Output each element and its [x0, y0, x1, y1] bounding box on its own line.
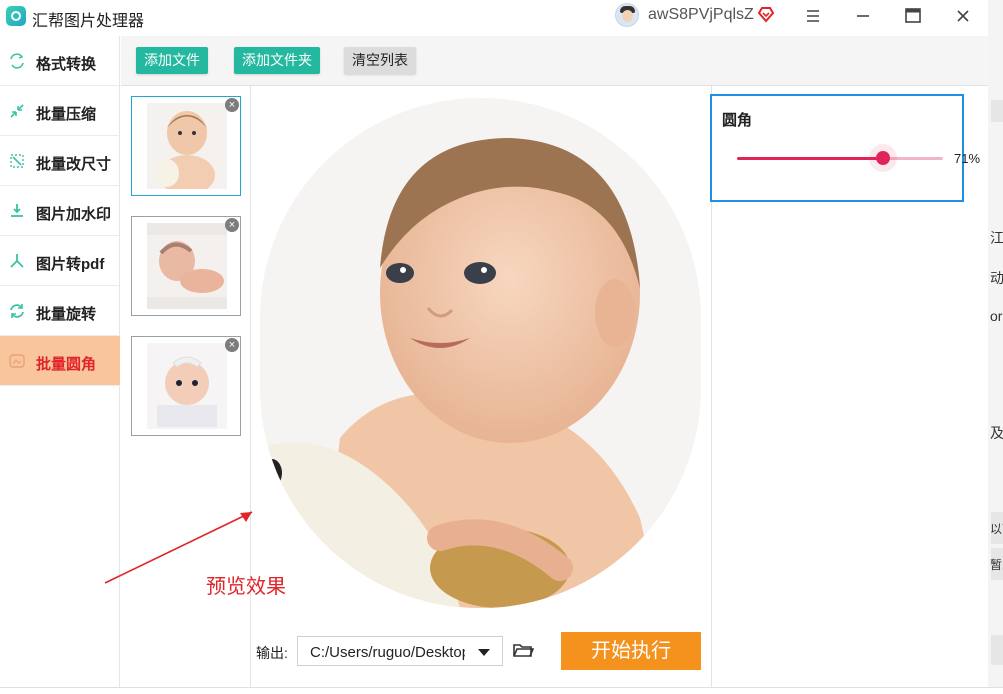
resize-icon [10, 154, 24, 168]
pdf-icon [10, 254, 24, 268]
chevron-down-icon[interactable] [478, 649, 490, 656]
corner-radius-slider[interactable] [737, 144, 943, 172]
thumbnail-item[interactable]: × [131, 96, 241, 196]
edge-text-fragment: 江生 [990, 230, 1003, 246]
output-path-select[interactable]: C:/Users/ruguo/Desktop [297, 636, 503, 666]
compress-icon [10, 104, 24, 118]
minimize-icon[interactable] [850, 4, 876, 28]
edge-text-fragment: or [990, 308, 1003, 324]
thumbnail-item[interactable]: × [131, 336, 241, 436]
baby-photo-thumbnail [147, 223, 227, 309]
username[interactable]: awS8PVjPqlsZ [648, 6, 754, 24]
format-convert-icon [10, 53, 24, 69]
thumbnail-item[interactable]: × [131, 216, 241, 316]
folder-icon[interactable] [512, 641, 534, 659]
setting-title: 圆角 [722, 112, 753, 129]
add-folder-button[interactable]: 添加文件夹 [234, 47, 320, 74]
sidebar-item-label: 批量改尺寸 [36, 156, 112, 173]
sidebar-item-label: 批量压缩 [36, 106, 97, 123]
sidebar-item-format-convert[interactable]: 格式转换 [0, 36, 120, 86]
sidebar-item-label: 格式转换 [36, 56, 97, 73]
watermark-icon [11, 204, 23, 217]
thumbnail-list: × × × [121, 86, 251, 693]
sidebar-item-compress[interactable]: 批量压缩 [0, 86, 120, 136]
preview-area [251, 86, 711, 626]
edge-text-fragment: 以刻 [990, 522, 1003, 536]
edge-text-fragment: 暂牙 [990, 558, 1003, 572]
baby-photo-thumbnail [147, 103, 227, 189]
preview-annotation-label: 预览效果 [206, 576, 286, 598]
edge-text-fragment: 动得 [990, 270, 1003, 286]
app-title: 汇帮图片处理器 [32, 13, 145, 30]
remove-thumbnail-icon[interactable]: × [225, 218, 239, 232]
output-label: 输出: [256, 645, 288, 661]
app-logo-icon [6, 6, 26, 26]
output-path-value: C:/Users/ruguo/Desktop [310, 644, 465, 661]
sidebar-item-label: 图片转pdf [36, 256, 105, 273]
sidebar-item-label: 批量旋转 [36, 306, 97, 323]
add-file-button[interactable]: 添加文件 [136, 47, 208, 74]
sidebar-item-rotate[interactable]: 批量旋转 [0, 286, 120, 336]
user-avatar[interactable] [615, 3, 639, 27]
sidebar-item-label: 批量圆角 [36, 356, 97, 373]
sidebar-item-resize[interactable]: 批量改尺寸 [0, 136, 120, 186]
menu-icon[interactable] [800, 4, 826, 28]
sidebar-item-watermark[interactable]: 图片加水印 [0, 186, 120, 236]
remove-thumbnail-icon[interactable]: × [225, 98, 239, 112]
title-bar: 汇帮图片处理器 awS8PVjPqlsZ [0, 0, 988, 34]
toolbar: 添加文件 添加文件夹 清空列表 [121, 36, 988, 86]
rounded-corner-icon [9, 354, 25, 368]
sidebar: 格式转换 批量压缩 批量改尺寸 图片加水印 图片转pdf 批量旋转 批量圆角 [0, 36, 120, 693]
corner-radius-setting: 圆角 71% [710, 94, 980, 202]
maximize-icon[interactable] [900, 4, 926, 28]
sidebar-item-label: 图片加水印 [36, 206, 112, 223]
remove-thumbnail-icon[interactable]: × [225, 338, 239, 352]
vip-heart-icon[interactable] [757, 5, 775, 23]
sidebar-item-to-pdf[interactable]: 图片转pdf [0, 236, 120, 286]
slider-value: 71% [954, 151, 981, 166]
background-window-edge: 江生 动得 or 及 以刻 暂牙 [988, 0, 1003, 693]
sidebar-item-rounded-corner[interactable]: 批量圆角 [0, 336, 120, 386]
clear-list-button[interactable]: 清空列表 [344, 47, 416, 74]
start-button[interactable]: 开始执行 [561, 632, 701, 670]
close-icon[interactable] [950, 4, 976, 28]
baby-photo-thumbnail [147, 343, 227, 429]
edge-text-fragment: 及 [990, 425, 1003, 441]
preview-image [260, 98, 701, 608]
rotate-icon [10, 304, 24, 318]
